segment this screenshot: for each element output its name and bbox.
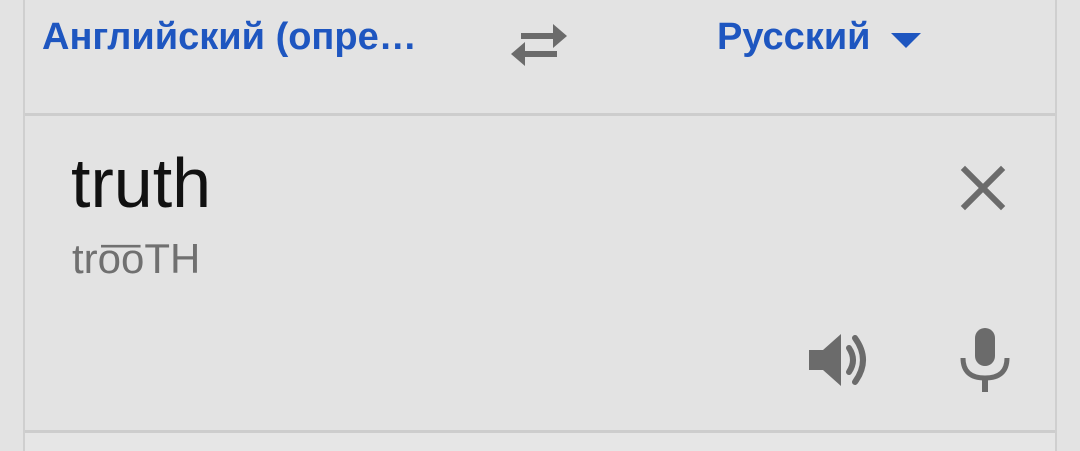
listen-button[interactable] xyxy=(805,326,873,394)
voice-input-button[interactable] xyxy=(953,326,1017,396)
close-icon xyxy=(960,165,1006,211)
language-bar: Английский (опре… Русский xyxy=(25,0,1055,113)
target-language-selector[interactable]: Русский xyxy=(717,16,921,59)
swap-arrows-icon xyxy=(511,24,567,66)
source-text[interactable]: truth xyxy=(71,148,211,218)
card-right-edge xyxy=(1055,0,1057,451)
clear-input-button[interactable] xyxy=(955,160,1011,216)
speaker-icon xyxy=(809,334,866,386)
target-language-label: Русский xyxy=(717,16,871,58)
swap-languages-button[interactable] xyxy=(507,14,571,70)
input-panel[interactable]: truth tro͞oTH xyxy=(25,116,1055,430)
triangle-down-icon xyxy=(890,32,921,48)
source-language-selector[interactable]: Английский (опре… xyxy=(42,16,417,59)
microphone-icon xyxy=(960,328,1010,392)
next-panel-edge xyxy=(25,433,1055,451)
transliteration-text: tro͞oTH xyxy=(72,235,201,282)
